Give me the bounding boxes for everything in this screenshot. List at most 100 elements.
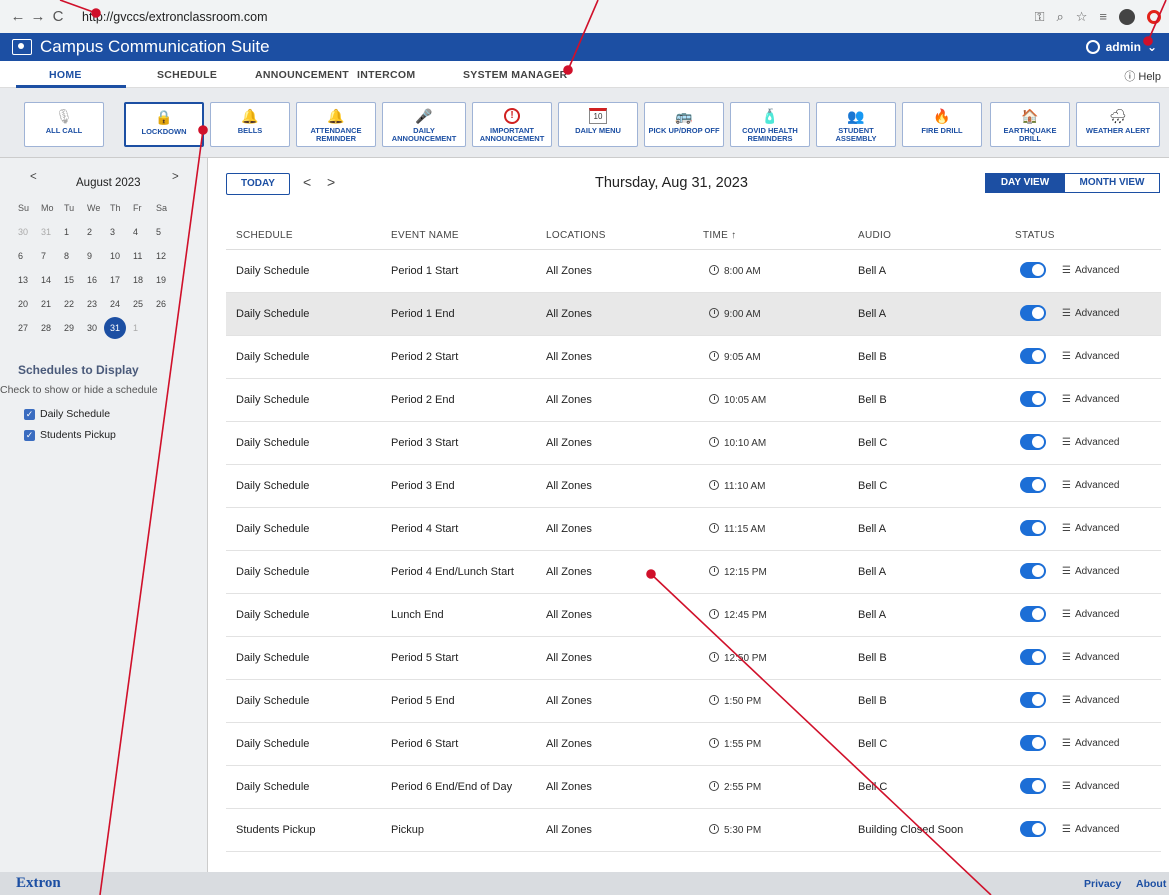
status-toggle[interactable] — [1020, 391, 1046, 407]
col-time[interactable]: TIME ↑ — [703, 230, 736, 241]
calendar-day[interactable]: 13 — [18, 274, 41, 298]
reading-list-icon[interactable]: ≡ — [1099, 9, 1107, 24]
advanced-button[interactable]: ☰ Advanced — [1062, 738, 1119, 749]
zoom-icon[interactable]: ⌕ — [1056, 9, 1063, 25]
profile-icon[interactable] — [1119, 8, 1135, 25]
fire-drill-button[interactable]: 🔥 FIRE DRILL — [902, 102, 982, 147]
next-day-button[interactable]: > — [327, 174, 335, 190]
forward-icon[interactable]: → — [28, 8, 48, 25]
calendar-day[interactable]: 22 — [64, 298, 87, 322]
tab-announcement[interactable]: ANNOUNCEMENT — [255, 69, 349, 81]
table-row[interactable]: Daily Schedule Period 5 Start All Zones 12:… — [226, 637, 1161, 680]
table-row[interactable]: Daily Schedule Period 3 End All Zones 11:10… — [226, 465, 1161, 508]
important-announcement-button[interactable]: ! IMPORTANT ANNOUNCEMENT — [472, 102, 552, 147]
schedule-checkbox-pickup[interactable]: ✓ Students Pickup — [24, 429, 116, 441]
table-row[interactable]: Daily Schedule Period 6 Start All Zones 1:5… — [226, 723, 1161, 766]
table-row[interactable]: Daily Schedule Period 3 Start All Zones 10:… — [226, 422, 1161, 465]
calendar-day[interactable]: 4 — [133, 226, 156, 250]
help-link[interactable]: ⓘ Help — [1124, 68, 1161, 84]
advanced-button[interactable]: ☰ Advanced — [1062, 652, 1119, 663]
table-row[interactable]: Daily Schedule Period 4 End/Lunch Start Al… — [226, 551, 1161, 594]
advanced-button[interactable]: ☰ Advanced — [1062, 609, 1119, 620]
earthquake-drill-button[interactable]: 🏠 EARTHQUAKE DRILL — [990, 102, 1070, 147]
advanced-button[interactable]: ☰ Advanced — [1062, 265, 1119, 276]
calendar-day-selected[interactable]: 31 — [104, 317, 133, 346]
tab-system-manager[interactable]: SYSTEM MANAGER — [463, 69, 568, 81]
col-audio[interactable]: AUDIO — [858, 230, 891, 241]
status-toggle[interactable] — [1020, 520, 1046, 536]
advanced-button[interactable]: ☰ Advanced — [1062, 437, 1119, 448]
day-view-button[interactable]: DAY VIEW — [985, 173, 1065, 193]
schedule-checkbox-daily[interactable]: ✓ Daily Schedule — [24, 408, 110, 420]
status-toggle[interactable] — [1020, 262, 1046, 278]
calendar-day[interactable]: 28 — [41, 322, 64, 346]
table-row[interactable]: Daily Schedule Period 2 End All Zones 10:05… — [226, 379, 1161, 422]
status-toggle[interactable] — [1020, 348, 1046, 364]
star-icon[interactable]: ☆ — [1076, 9, 1088, 25]
daily-menu-button[interactable]: 10 DAILY MENU — [558, 102, 638, 147]
lockdown-button[interactable]: 🔒 LOCKDOWN — [124, 102, 204, 147]
calendar-day[interactable]: 5 — [156, 226, 179, 250]
col-status[interactable]: STATUS — [1015, 230, 1055, 241]
status-toggle[interactable] — [1020, 778, 1046, 794]
table-row[interactable]: Students Pickup Pickup All Zones 5:30 PM Bui… — [226, 809, 1161, 852]
status-toggle[interactable] — [1020, 606, 1046, 622]
calendar-day[interactable]: 1 — [133, 322, 156, 346]
covid-health-reminders-button[interactable]: 🧴 COVID HEALTH REMINDERS — [730, 102, 810, 147]
status-toggle[interactable] — [1020, 434, 1046, 450]
status-toggle[interactable] — [1020, 563, 1046, 579]
calendar-day[interactable]: 6 — [18, 250, 41, 274]
table-row[interactable]: Daily Schedule Lunch End All Zones 12:45 PM… — [226, 594, 1161, 637]
address-bar[interactable]: http://gvccs/extronclassroom.com — [82, 10, 267, 24]
calendar-day[interactable]: 3 — [110, 226, 133, 250]
table-row[interactable]: Daily Schedule Period 2 Start All Zones 9:0… — [226, 336, 1161, 379]
user-menu[interactable]: admin ⌄ — [1085, 40, 1157, 54]
calendar-day[interactable]: 26 — [156, 298, 179, 322]
tab-schedule[interactable]: SCHEDULE — [157, 69, 217, 81]
table-row[interactable]: Daily Schedule Period 6 End/End of Day All… — [226, 766, 1161, 809]
all-call-button[interactable]: 🎙 ALL CALL — [24, 102, 104, 147]
calendar-prev-month-button[interactable]: < — [30, 171, 37, 183]
status-toggle[interactable] — [1020, 735, 1046, 751]
advanced-button[interactable]: ☰ Advanced — [1062, 523, 1119, 534]
attendance-reminder-button[interactable]: 🔔 ATTENDANCE REMINDER — [296, 102, 376, 147]
table-row[interactable]: Daily Schedule Period 4 Start All Zones 11:… — [226, 508, 1161, 551]
status-toggle[interactable] — [1020, 649, 1046, 665]
opera-icon[interactable] — [1147, 9, 1161, 24]
table-row[interactable]: Daily Schedule Period 1 End All Zones 9:00 … — [226, 293, 1161, 336]
calendar-day[interactable]: 2 — [87, 226, 110, 250]
privacy-link[interactable]: Privacy — [1084, 878, 1121, 890]
calendar-day[interactable]: 27 — [18, 322, 41, 346]
weather-alert-button[interactable]: 🌧 WEATHER ALERT — [1076, 102, 1160, 147]
calendar-day[interactable]: 25 — [133, 298, 156, 322]
calendar-day[interactable]: 9 — [87, 250, 110, 274]
col-locations[interactable]: LOCATIONS — [546, 230, 606, 241]
calendar-day[interactable]: 15 — [64, 274, 87, 298]
back-icon[interactable]: ← — [8, 8, 28, 25]
pickup-dropoff-button[interactable]: 🚌 PICK UP/DROP OFF — [644, 102, 724, 147]
today-button[interactable]: TODAY — [226, 173, 290, 195]
calendar-day[interactable]: 12 — [156, 250, 179, 274]
calendar-day[interactable]: 16 — [87, 274, 110, 298]
status-toggle[interactable] — [1020, 305, 1046, 321]
about-link[interactable]: About — [1136, 878, 1166, 890]
table-row[interactable]: Daily Schedule Period 1 Start All Zones 8:0… — [226, 250, 1161, 293]
advanced-button[interactable]: ☰ Advanced — [1062, 566, 1119, 577]
prev-day-button[interactable]: < — [303, 174, 311, 190]
calendar-next-month-button[interactable]: > — [172, 171, 179, 183]
month-view-button[interactable]: MONTH VIEW — [1064, 173, 1160, 193]
advanced-button[interactable]: ☰ Advanced — [1062, 695, 1119, 706]
calendar-day[interactable]: 1 — [64, 226, 87, 250]
calendar-day[interactable]: 7 — [41, 250, 64, 274]
tab-intercom[interactable]: INTERCOM — [357, 69, 415, 81]
calendar-day[interactable]: 10 — [110, 250, 133, 274]
advanced-button[interactable]: ☰ Advanced — [1062, 308, 1119, 319]
calendar-day[interactable]: 17 — [110, 274, 133, 298]
calendar-day[interactable]: 31 — [41, 226, 64, 250]
table-row[interactable]: Daily Schedule Period 5 End All Zones 1:50 … — [226, 680, 1161, 723]
advanced-button[interactable]: ☰ Advanced — [1062, 394, 1119, 405]
col-schedule[interactable]: SCHEDULE — [236, 230, 293, 241]
calendar-day[interactable]: 8 — [64, 250, 87, 274]
key-icon[interactable]: ⚿ — [1035, 9, 1045, 25]
advanced-button[interactable]: ☰ Advanced — [1062, 824, 1119, 835]
